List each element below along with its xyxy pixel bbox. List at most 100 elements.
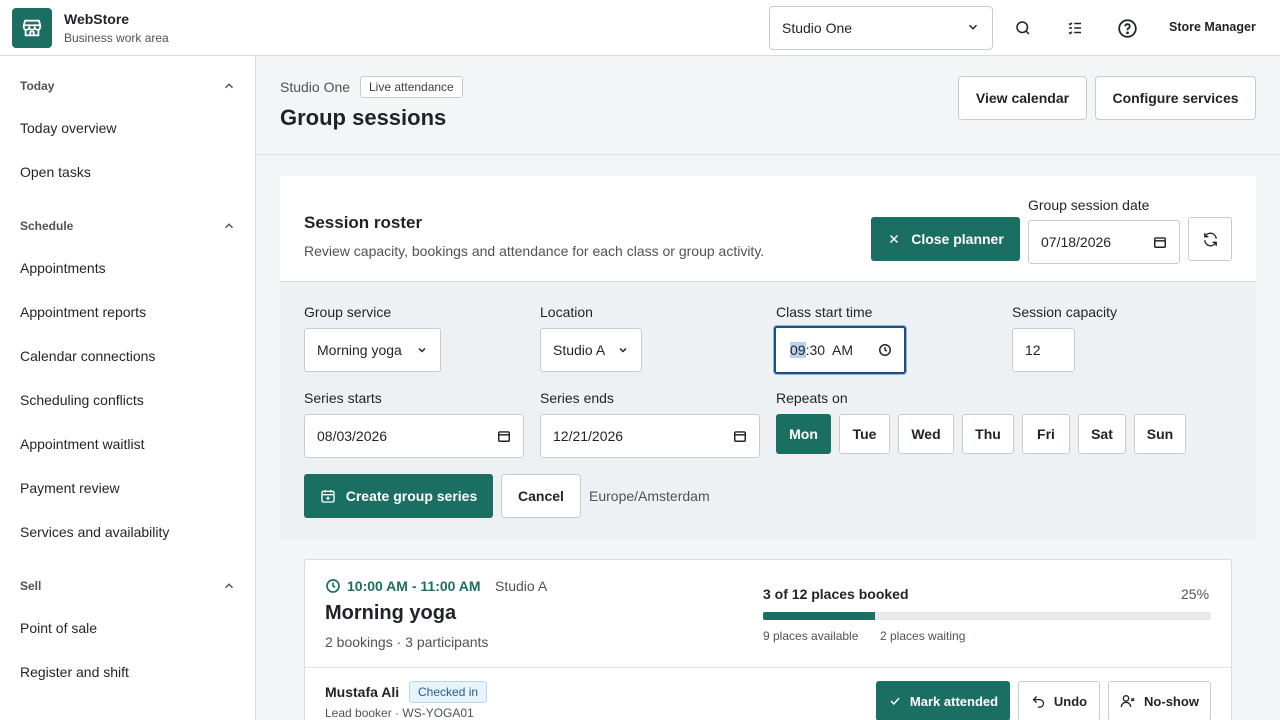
class-start-time-label: Class start time [776, 304, 873, 320]
session-date-value: 07/18/2026 [1041, 234, 1112, 250]
clock-icon[interactable] [878, 343, 892, 357]
places-waiting: 2 places waiting [880, 629, 966, 643]
cancel-button[interactable]: Cancel [501, 474, 581, 518]
status-badge: Checked in [409, 681, 488, 703]
no-show-button[interactable]: No-show [1108, 681, 1211, 720]
group-service-value: Morning yoga [317, 342, 402, 358]
places-available: 9 places available [763, 629, 859, 643]
mark-attended-label: Mark attended [909, 693, 999, 709]
day-toggle-sun[interactable]: Sun [1134, 414, 1186, 454]
mark-attended-button[interactable]: Mark attended [876, 681, 1010, 720]
divider [305, 667, 1231, 668]
create-group-series-label: Create group series [345, 488, 478, 504]
series-ends-input[interactable]: 12/21/2026 [540, 414, 760, 458]
undo-label: Undo [1053, 693, 1088, 709]
breadcrumb[interactable]: Studio One [280, 79, 350, 95]
day-toggle-tue[interactable]: Tue [839, 414, 890, 454]
sidebar-item-appointment-reports[interactable]: Appointment reports [20, 304, 146, 320]
live-attendance-tag: Live attendance [360, 76, 463, 98]
series-starts-value: 08/03/2026 [317, 428, 388, 444]
store-logo-icon[interactable] [12, 8, 52, 48]
chevron-up-icon [224, 83, 234, 89]
create-group-series-button[interactable]: Create group series [304, 474, 493, 518]
day-toggle-fri[interactable]: Fri [1022, 414, 1070, 454]
session-date-input[interactable]: 07/18/2026 [1028, 220, 1180, 264]
session-location: Studio A [495, 578, 548, 594]
sidebar-item-today-overview[interactable]: Today overview [20, 120, 117, 136]
undo-icon [1032, 695, 1045, 708]
class-start-time-input[interactable]: 09:30 AM [774, 326, 906, 374]
calendar-icon[interactable] [497, 429, 511, 443]
refresh-button[interactable] [1188, 217, 1232, 261]
location-value: Studio A [553, 342, 606, 358]
sidebar-item-point-of-sale[interactable]: Point of sale [20, 620, 97, 636]
clock-icon [326, 579, 340, 593]
group-service-select[interactable]: Morning yoga [304, 328, 441, 372]
help-icon[interactable] [1113, 14, 1141, 42]
sidebar-section-label: Sell [20, 579, 42, 593]
session-title: Morning yoga [325, 602, 457, 624]
sidebar: Today Today overview Open tasks Schedule… [0, 56, 256, 720]
store-selector-value: Studio One [782, 20, 853, 36]
page-title: Group sessions [280, 105, 447, 130]
sidebar-item-payment-review[interactable]: Payment review [20, 480, 120, 496]
no-show-label: No-show [1144, 693, 1199, 709]
day-toggle-wed[interactable]: Wed [898, 414, 954, 454]
sidebar-section-label: Today [20, 79, 55, 93]
booked-percent: 25% [1181, 586, 1210, 602]
check-icon [890, 697, 900, 705]
sidebar-item-appointments[interactable]: Appointments [20, 260, 106, 276]
hour-segment[interactable]: 09 [790, 342, 806, 358]
series-starts-input[interactable]: 08/03/2026 [304, 414, 524, 458]
undo-button[interactable]: Undo [1018, 681, 1100, 720]
close-planner-button[interactable]: Close planner [871, 217, 1020, 261]
store-selector[interactable]: Studio One [769, 6, 993, 50]
configure-services-button[interactable]: Configure services [1095, 76, 1256, 120]
sidebar-item-calendar-connections[interactable]: Calendar connections [20, 348, 155, 364]
timezone-text: Europe/Amsterdam [589, 488, 710, 504]
session-date-label: Group session date [1028, 197, 1150, 213]
attendee-name: Mustafa Ali [325, 684, 400, 700]
series-ends-value: 12/21/2026 [553, 428, 624, 444]
sidebar-section-schedule[interactable]: Schedule [20, 216, 236, 236]
sidebar-item-services-availability[interactable]: Services and availability [20, 524, 169, 540]
series-ends-label: Series ends [540, 390, 614, 406]
chevron-up-icon [224, 223, 234, 229]
app-title: WebStore [64, 11, 130, 27]
day-toggle-sat[interactable]: Sat [1078, 414, 1126, 454]
group-service-label: Group service [304, 304, 392, 320]
sidebar-item-scheduling-conflicts[interactable]: Scheduling conflicts [20, 392, 144, 408]
series-starts-label: Series starts [304, 390, 382, 406]
roster-description: Review capacity, bookings and attendance… [304, 243, 765, 259]
sidebar-item-open-tasks[interactable]: Open tasks [20, 164, 91, 180]
chevron-down-icon [966, 20, 980, 37]
session-capacity-value: 12 [1025, 342, 1041, 358]
calendar-icon[interactable] [1153, 235, 1167, 249]
session-summary: 2 bookings · 3 participants [325, 634, 489, 650]
app-subtitle: Business work area [64, 31, 169, 45]
places-booked: 3 of 12 places booked [763, 586, 909, 602]
session-capacity-input[interactable]: 12 [1012, 328, 1075, 372]
location-select[interactable]: Studio A [540, 328, 642, 372]
sidebar-item-appointment-waitlist[interactable]: Appointment waitlist [20, 436, 145, 452]
class-start-time-value: 09:30 AM [790, 342, 878, 358]
sidebar-item-register-shift[interactable]: Register and shift [20, 664, 129, 680]
day-toggle-thu[interactable]: Thu [962, 414, 1014, 454]
view-calendar-button[interactable]: View calendar [958, 76, 1087, 120]
sidebar-section-sell[interactable]: Sell [20, 576, 236, 596]
close-icon [890, 234, 899, 244]
day-toggle-mon[interactable]: Mon [776, 414, 831, 454]
close-planner-label: Close planner [911, 231, 1004, 247]
user-menu[interactable]: Store Manager [1169, 20, 1256, 34]
session-capacity-label: Session capacity [1012, 304, 1118, 320]
top-bar: WebStore Business work area Studio One S… [0, 0, 1280, 56]
checklist-icon[interactable] [1061, 14, 1089, 42]
calendar-plus-icon [321, 490, 335, 503]
attendee-details: Lead booker · WS-YOGA01 [325, 706, 474, 720]
location-label: Location [540, 304, 593, 320]
chevron-down-icon [619, 347, 627, 353]
search-icon[interactable] [1009, 14, 1037, 42]
calendar-icon[interactable] [733, 429, 747, 443]
minute-ampm-segment[interactable]: :30 AM [806, 342, 853, 358]
sidebar-section-today[interactable]: Today [20, 76, 236, 96]
